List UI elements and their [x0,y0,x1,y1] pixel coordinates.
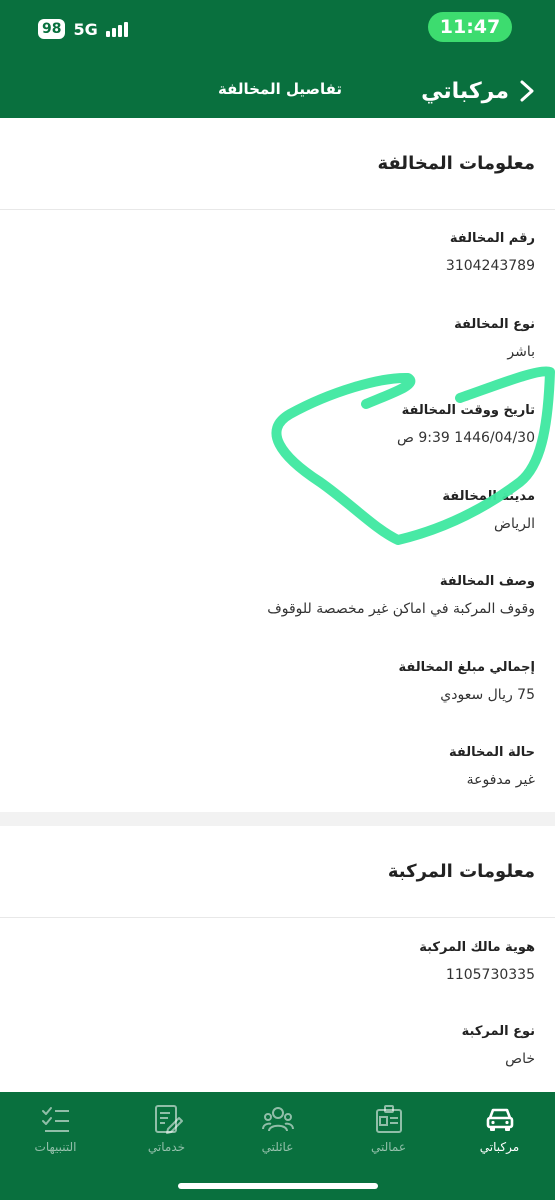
vehicle-section-title: معلومات المركبة [387,861,535,882]
tab-notifications[interactable]: التنبيهات [0,1102,111,1162]
violation-info-section: معلومات المخالفة [0,118,555,812]
field-value: باشر [507,344,535,360]
field-value: 75 ريال سعودي [440,687,535,703]
field-vehicle-owner-id: هوية مالك المركبة 1105730335 [20,940,535,983]
field-violation-number: رقم المخالفة 3104243789 [20,231,535,274]
section-divider [0,812,555,826]
id-card-icon [375,1105,402,1133]
tab-label: خدماتي [147,1140,186,1154]
field-value: وقوف المركبة في اماكن غير مخصصة للوقوف [267,601,535,617]
network-type: 5G [73,19,98,39]
field-value: الرياض [494,516,535,532]
tab-my-family[interactable]: عائلتي [222,1102,333,1162]
field-value: 3104243789 [445,258,535,274]
field-label: وصف المخالفة [439,574,535,589]
tab-label: عمالتي [370,1140,407,1154]
battery-indicator: 98 [38,19,66,39]
signal-icon [105,21,128,37]
status-indicators: 98 5G [38,18,128,40]
field-value: 1105730335 [445,967,535,983]
page-title: تفاصيل المخالفة [217,80,343,98]
field-label: حالة المخالفة [449,745,535,760]
field-label: نوع المركبة [461,1024,535,1039]
tab-my-services[interactable]: خدماتي [111,1102,222,1162]
family-icon [261,1107,294,1132]
field-violation-description: وصف المخالفة وقوف المركبة في اماكن غير م… [20,574,535,617]
tab-label: التنبيهات [34,1140,77,1154]
field-vehicle-type: نوع المركبة خاص [20,1024,535,1067]
field-violation-type: نوع المخالفة باشر [20,317,535,360]
document-edit-icon [154,1105,183,1134]
vehicle-section-header: معلومات المركبة [0,826,555,918]
field-value: خاص [505,1051,535,1067]
field-label: مدينة المخالفة [442,489,535,504]
car-icon [486,1108,513,1131]
field-violation-city: مدينة المخالفة الرياض [20,489,535,532]
checklist-icon [41,1107,69,1132]
status-time: 11:47 [428,12,512,42]
violation-section-title: معلومات المخالفة [377,153,535,174]
tab-my-vehicles[interactable]: مركباتي [444,1102,555,1162]
home-indicator [178,1183,378,1189]
field-violation-status: حالة المخالفة غير مدفوعة [20,745,535,788]
violation-section-header: معلومات المخالفة [0,118,555,210]
app-header: 98 5G 11:47 مركباتي تفاصيل المخالفة [0,0,555,118]
tab-label: عائلتي [261,1140,294,1154]
field-label: رقم المخالفة [449,231,535,246]
field-violation-datetime: تاريخ ووقت المخالفة 1446/04/30 9:39 ص [20,403,535,446]
field-value: غير مدفوعة [466,772,535,788]
field-label: هوية مالك المركبة [419,940,535,955]
field-label: تاريخ ووقت المخالفة [401,403,535,418]
field-violation-amount: إجمالي مبلغ المخالفة 75 ريال سعودي [20,660,535,703]
back-button[interactable]: مركباتي [421,74,537,108]
chevron-right-icon [520,80,534,102]
field-value: 1446/04/30 9:39 ص [397,430,535,446]
field-label: نوع المخالفة [454,317,535,332]
back-button-label: مركباتي [421,78,509,104]
tab-label: مركباتي [479,1140,520,1154]
field-label: إجمالي مبلغ المخالفة [398,660,535,675]
tab-my-workers[interactable]: عمالتي [333,1102,444,1162]
